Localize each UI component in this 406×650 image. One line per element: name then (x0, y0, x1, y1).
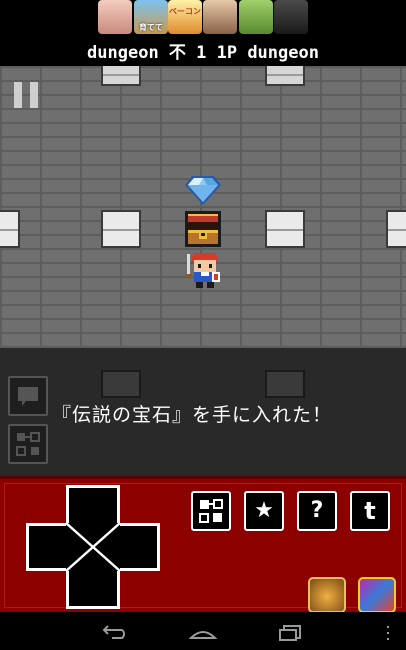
gem-icon (185, 176, 221, 205)
treasure-chest-icon (185, 211, 221, 247)
recent-apps-icon[interactable] (278, 624, 304, 642)
question-icon: ? (310, 498, 324, 523)
ad-banner: 育てて ベーコン (0, 0, 406, 36)
wall-block (265, 66, 305, 86)
wall-block (101, 210, 141, 248)
twitter-icon: t (364, 497, 376, 525)
ad-app-icon[interactable] (239, 0, 273, 34)
promo-app-icon[interactable] (308, 577, 346, 613)
wall-block (101, 370, 141, 398)
wall-block (101, 66, 141, 86)
system-nav-bar (0, 612, 406, 650)
ad-app-icon[interactable] (98, 0, 132, 34)
ad-app-icon[interactable]: 育てて (134, 0, 168, 34)
pause-icon (14, 82, 22, 108)
hero-character (185, 253, 220, 288)
wall-block (386, 210, 406, 248)
chat-button[interactable] (8, 376, 48, 416)
pause-button[interactable] (14, 82, 40, 108)
help-button[interactable]: ? (297, 491, 337, 531)
dpad-cross-lines (65, 522, 121, 572)
wall-block (0, 210, 20, 248)
twitter-button[interactable]: t (350, 491, 390, 531)
map-icon (199, 499, 223, 523)
ad-app-icon[interactable] (203, 0, 237, 34)
pause-icon (30, 82, 38, 108)
star-icon: ★ (254, 498, 274, 523)
map-button[interactable] (191, 491, 231, 531)
wall-block (265, 370, 305, 398)
home-icon[interactable] (188, 626, 218, 640)
back-icon[interactable] (100, 624, 130, 640)
favorite-button[interactable]: ★ (244, 491, 284, 531)
title-bar: dungeon 不 1 1P dungeon (0, 36, 406, 66)
control-panel: ★ ? t (0, 476, 406, 613)
wall-block (265, 210, 305, 248)
ad-app-icon[interactable]: ベーコン (168, 0, 202, 34)
message-text: 『伝説の宝石』を手に入れた！ (52, 404, 333, 426)
game-title-logo: dungeon 不 1 1P dungeon (87, 43, 319, 63)
map-icon (16, 432, 40, 456)
promo-app-icon[interactable] (358, 577, 396, 613)
message-dialog[interactable]: 『伝説の宝石』を手に入れた！ (0, 348, 406, 476)
dpad[interactable] (26, 485, 160, 609)
map-side-button[interactable] (8, 424, 48, 464)
dungeon-floor[interactable] (0, 66, 406, 348)
menu-overflow-icon[interactable] (384, 626, 392, 642)
speech-bubble-icon (18, 387, 38, 406)
ad-app-icon[interactable] (274, 0, 308, 34)
